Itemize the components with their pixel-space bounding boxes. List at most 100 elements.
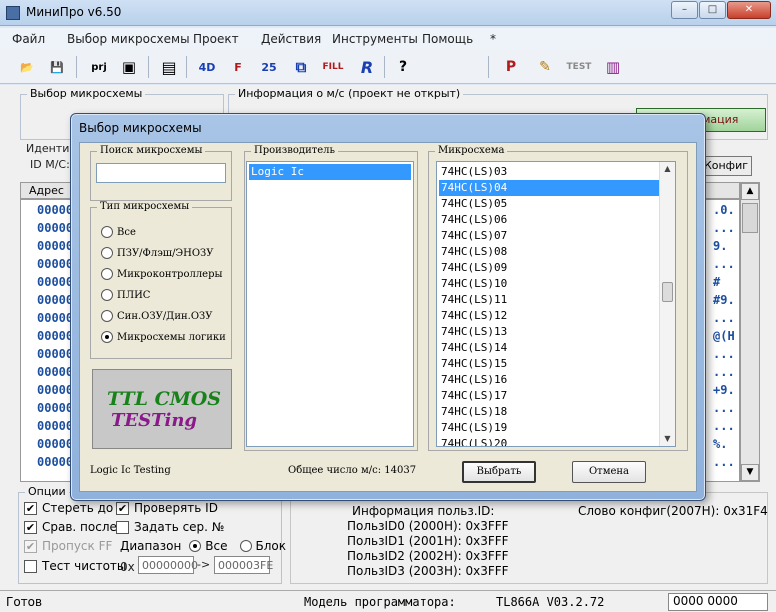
compare-after-checkbox[interactable]: ✔ xyxy=(24,520,37,534)
blank-test-option[interactable]: Тест чистоты xyxy=(24,559,126,573)
list-item[interactable]: Logic Ic xyxy=(249,164,411,180)
manufacturer-list[interactable]: Logic Ic xyxy=(246,161,414,447)
r-icon[interactable]: R xyxy=(354,54,380,80)
skip-ff-option[interactable]: ✔ Пропуск FF xyxy=(24,539,112,553)
menu-project[interactable]: Проект xyxy=(193,32,239,46)
menu-actions[interactable]: Действия xyxy=(261,32,321,46)
chip-list[interactable]: 74HC(LS)03 74HC(LS)04 74HC(LS)05 74HC(LS… xyxy=(436,161,676,447)
list-item[interactable]: 74HC(LS)07 xyxy=(439,228,659,244)
compare-after-option[interactable]: ✔ Срав. после xyxy=(24,520,117,534)
type-radio[interactable] xyxy=(101,247,113,259)
edit-icon[interactable]: ⧉ xyxy=(288,54,314,80)
maximize-button[interactable]: □ xyxy=(699,1,726,19)
scroll-up-icon[interactable]: ▲ xyxy=(660,162,675,176)
manufacturer-label: Производитель xyxy=(251,145,338,156)
menu-star[interactable]: * xyxy=(490,32,496,46)
fill-icon[interactable]: FILL xyxy=(320,54,346,80)
range-block-radio[interactable] xyxy=(239,540,252,552)
type-option-mcu[interactable]: Микроконтроллеры xyxy=(101,268,222,280)
type-radio[interactable] xyxy=(101,268,113,280)
list-item[interactable]: 74HC(LS)15 xyxy=(439,356,659,372)
select-button[interactable]: Выбрать xyxy=(462,461,536,483)
test-icon[interactable]: TEST xyxy=(566,54,592,80)
help-icon[interactable]: ? xyxy=(390,54,416,80)
menu-help[interactable]: Помощь xyxy=(422,32,473,46)
address-to-field[interactable]: 000003FE xyxy=(214,556,273,574)
hex-scrollbar[interactable]: ▲ ▼ xyxy=(740,182,760,482)
type-radio-label: ПЛИС xyxy=(117,289,151,301)
list-item[interactable]: 74HC(LS)09 xyxy=(439,260,659,276)
list-item[interactable]: 74HC(LS)05 xyxy=(439,196,659,212)
list-item[interactable]: 74HC(LS)20 xyxy=(439,436,659,446)
list-item[interactable]: 74HC(LS)12 xyxy=(439,308,659,324)
address-from-field[interactable]: 00000000 xyxy=(138,556,198,574)
type-radio[interactable] xyxy=(101,310,113,322)
fuse-icon[interactable]: F xyxy=(225,54,251,80)
scroll-thumb[interactable] xyxy=(742,203,758,233)
list-item[interactable]: 74HC(LS)14 xyxy=(439,340,659,356)
list-item[interactable]: 74HC(LS)17 xyxy=(439,388,659,404)
open-icon[interactable]: 📂 xyxy=(14,54,40,80)
check-id-checkbox[interactable]: ✔ xyxy=(116,501,129,515)
chip-type-label: Тип микросхемы xyxy=(97,201,193,212)
list-item[interactable]: 74HC(LS)18 xyxy=(439,404,659,420)
hex-address: 00000 xyxy=(37,257,74,271)
list-item[interactable]: 74HC(LS)06 xyxy=(439,212,659,228)
ic-test-icon[interactable]: ▥ xyxy=(600,54,626,80)
chip-select-label: Выбор микросхемы xyxy=(27,87,146,100)
blank-test-checkbox[interactable] xyxy=(24,559,37,573)
save-icon[interactable]: 💾 xyxy=(44,54,70,80)
chip-list-scrollbar[interactable]: ▲ ▼ xyxy=(659,162,675,446)
scroll-up-icon[interactable]: ▲ xyxy=(741,183,759,200)
search-label: Поиск микросхемы xyxy=(97,145,206,156)
address-column-header: Адрес xyxy=(29,184,64,197)
scroll-down-icon[interactable]: ▼ xyxy=(741,464,759,481)
skip-ff-checkbox[interactable]: ✔ xyxy=(24,539,37,553)
menu-chip-select[interactable]: Выбор микросхемы xyxy=(67,32,190,46)
check-id-option[interactable]: ✔ Проверять ID xyxy=(116,501,218,515)
minimize-button[interactable]: – xyxy=(671,1,698,19)
list-item[interactable]: 74HC(LS)04 xyxy=(439,180,659,196)
blank-check-icon[interactable]: 25 xyxy=(256,54,282,80)
config-button[interactable]: Конфиг xyxy=(700,156,752,176)
list-item[interactable]: 74HC(LS)16 xyxy=(439,372,659,388)
type-radio[interactable] xyxy=(101,289,113,301)
hex-address: 00000 xyxy=(37,455,74,469)
chip-icon[interactable]: ▤ xyxy=(156,54,182,80)
list-item[interactable]: 74HC(LS)08 xyxy=(439,244,659,260)
type-option-logic[interactable]: Микросхемы логики xyxy=(101,331,226,343)
list-item[interactable]: 74HC(LS)11 xyxy=(439,292,659,308)
scroll-thumb[interactable] xyxy=(662,282,673,302)
set-serial-checkbox[interactable] xyxy=(116,520,129,534)
project-icon[interactable]: prj xyxy=(86,54,112,80)
range-all-radio[interactable] xyxy=(189,540,202,552)
type-radio[interactable] xyxy=(101,331,113,343)
p-icon[interactable]: P xyxy=(498,54,524,80)
type-option-all[interactable]: Все xyxy=(101,226,136,238)
scroll-down-icon[interactable]: ▼ xyxy=(660,432,675,446)
type-radio[interactable] xyxy=(101,226,113,238)
list-item[interactable]: 74HC(LS)10 xyxy=(439,276,659,292)
type-option-rom[interactable]: ПЗУ/Флэш/ЭНОЗУ xyxy=(101,247,214,259)
list-item[interactable]: 74HC(LS)13 xyxy=(439,324,659,340)
status-bar: Готов Модель программатора: TL866A V03.2… xyxy=(0,590,776,612)
type-option-ram[interactable]: Син.ОЗУ/Дин.ОЗУ xyxy=(101,310,212,322)
cancel-button[interactable]: Отмена xyxy=(572,461,646,483)
note-icon[interactable]: ✎ xyxy=(532,54,558,80)
menu-tools[interactable]: Инструменты xyxy=(332,32,418,46)
search-input[interactable] xyxy=(96,163,226,183)
list-item[interactable]: 74HC(LS)19 xyxy=(439,420,659,436)
menu-file[interactable]: Файл xyxy=(12,32,45,46)
hex-address: 00000 xyxy=(37,401,74,415)
close-button[interactable]: ✕ xyxy=(727,1,771,19)
read-icon[interactable]: 4D xyxy=(194,54,220,80)
list-item[interactable]: 74HC(LS)03 xyxy=(439,164,659,180)
user-id-line: ПользID3 (2003H): 0x3FFF xyxy=(347,564,509,578)
hex-ascii: ... xyxy=(713,311,735,325)
set-serial-option[interactable]: Задать сер. № xyxy=(116,520,224,534)
erase-before-option[interactable]: ✔ Стереть до xyxy=(24,501,113,515)
image-icon[interactable]: ▣ xyxy=(116,54,142,80)
type-option-pld[interactable]: ПЛИС xyxy=(101,289,150,301)
erase-before-checkbox[interactable]: ✔ xyxy=(24,501,37,515)
address-arrow: -> xyxy=(197,558,211,571)
